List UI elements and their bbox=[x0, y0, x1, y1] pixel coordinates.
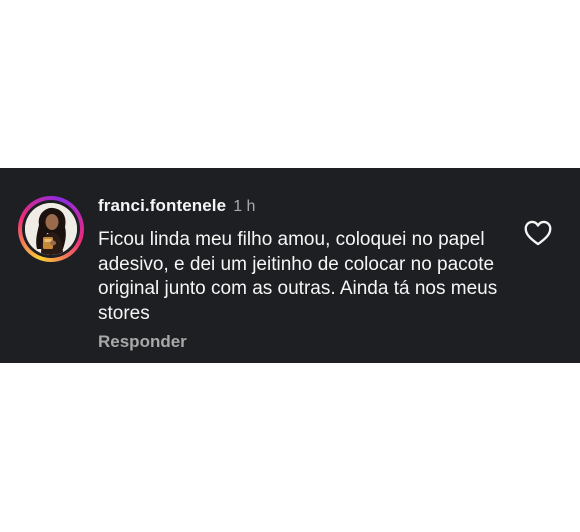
timestamp: 1 h bbox=[233, 198, 256, 215]
comment-text: Ficou linda meu filho amou, coloquei no … bbox=[98, 229, 498, 324]
comment-body: franci.fontenele 1 h Ficou linda meu fil… bbox=[98, 196, 498, 352]
heart-outline-icon bbox=[524, 220, 552, 246]
reply-button[interactable]: Responder bbox=[98, 332, 187, 352]
like-button[interactable] bbox=[524, 220, 552, 246]
avatar bbox=[25, 203, 77, 255]
comment-meta: franci.fontenele 1 h bbox=[98, 196, 498, 220]
comment-item: franci.fontenele 1 h Ficou linda meu fil… bbox=[0, 168, 580, 363]
avatar-ring-gap bbox=[22, 200, 80, 258]
username[interactable]: franci.fontenele bbox=[98, 196, 226, 216]
avatar-story-ring[interactable] bbox=[18, 196, 84, 262]
avatar-photo bbox=[25, 203, 77, 255]
